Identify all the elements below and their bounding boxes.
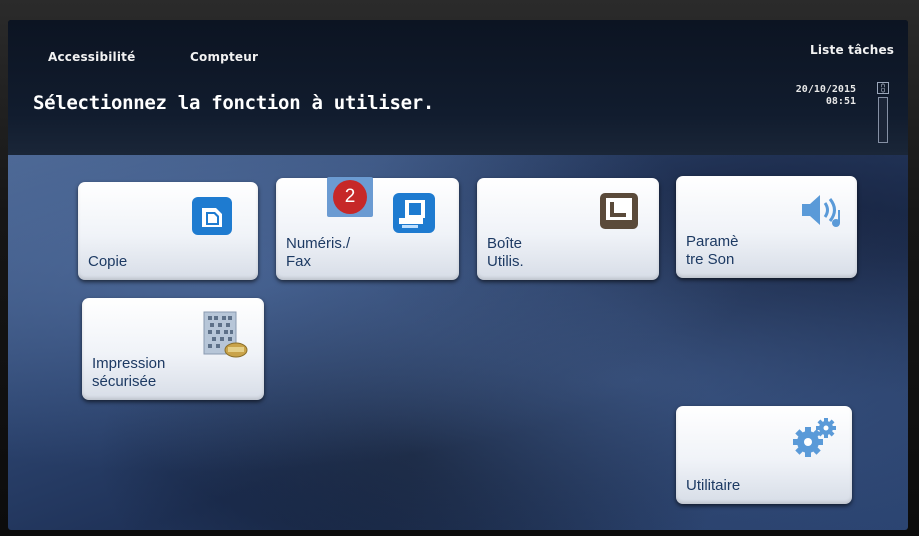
user-box-label-line2: Utilis. <box>487 253 524 270</box>
page-title: Sélectionnez la fonction à utiliser. <box>33 92 435 114</box>
counter-button[interactable]: Compteur <box>190 50 258 64</box>
touch-screen: Accessibilité Compteur Liste tâches Séle… <box>8 20 908 530</box>
sound-settings-label-line2: tre Son <box>686 251 735 268</box>
scan-fax-label-line1: Numéris./ <box>286 235 351 252</box>
time-text: 08:51 <box>825 96 856 107</box>
utility-tile[interactable]: Utilitaire <box>676 406 852 504</box>
toner-level-bar <box>878 97 888 143</box>
user-box-tile[interactable]: Boîte Utilis. <box>477 178 659 280</box>
user-box-icon <box>597 190 643 239</box>
step-badge: 2 <box>327 177 373 217</box>
datetime-display: 20/10/2015 08:51 <box>796 84 856 108</box>
toner-gauge: ⩉ <box>877 82 889 143</box>
job-list-button[interactable]: Liste tâches <box>810 43 894 57</box>
copy-icon <box>190 195 234 242</box>
secure-print-icon <box>200 310 248 367</box>
secure-print-label-line2: sécurisée <box>92 373 157 390</box>
utility-label: Utilitaire <box>686 477 741 494</box>
scan-fax-label: Numéris./ Fax <box>286 235 350 271</box>
user-box-label-line1: Boîte <box>487 235 523 252</box>
toner-icon: ⩉ <box>877 82 889 94</box>
copy-tile[interactable]: Copie <box>78 182 258 280</box>
gears-icon <box>788 416 840 465</box>
copy-label: Copie <box>88 253 128 270</box>
sound-settings-label: Paramè tre Son <box>686 233 739 269</box>
scan-fax-label-line2: Fax <box>286 253 312 270</box>
header-bar <box>8 20 908 155</box>
secure-print-label-line1: Impression <box>92 355 166 372</box>
step-number: 2 <box>333 180 367 214</box>
accessibility-button[interactable]: Accessibilité <box>48 50 135 64</box>
scan-fax-icon <box>391 191 439 240</box>
sound-settings-tile[interactable]: Paramè tre Son <box>676 176 857 278</box>
user-box-label: Boîte Utilis. <box>487 235 524 271</box>
secure-print-tile[interactable]: Impression sécurisée <box>82 298 264 400</box>
date-text: 20/10/2015 <box>795 84 856 95</box>
sound-settings-label-line1: Paramè <box>686 233 739 250</box>
secure-print-label: Impression sécurisée <box>92 355 165 391</box>
speaker-icon <box>798 190 842 235</box>
